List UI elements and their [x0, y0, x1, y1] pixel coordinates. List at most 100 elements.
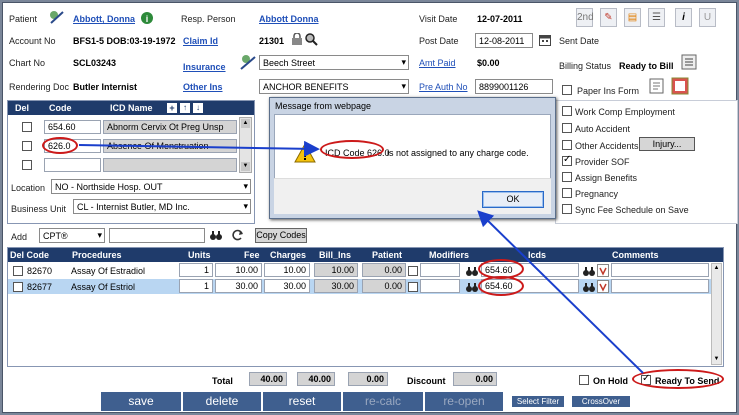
icd-row-3-checkbox[interactable]: [22, 160, 32, 170]
save-button[interactable]: save: [101, 392, 181, 411]
add-icd-icon[interactable]: +: [167, 103, 177, 113]
location-select[interactable]: NO - Northside Hosp. OUT: [51, 179, 251, 194]
crossover-button[interactable]: CrossOver: [571, 395, 631, 408]
list-icon[interactable]: [681, 54, 697, 70]
binoculars-icon[interactable]: [210, 229, 222, 241]
insurance-select[interactable]: Beech Street: [259, 55, 409, 70]
warning-icon: [294, 142, 316, 163]
edit-form-icon[interactable]: ✎: [600, 8, 617, 27]
reopen-button[interactable]: re-open: [425, 392, 503, 411]
claim-id-link[interactable]: Claim Id: [183, 36, 218, 46]
other-accidents-checkbox[interactable]: [562, 140, 572, 150]
procedure-row-1-modifiers[interactable]: [420, 263, 460, 277]
pregnancy-checkbox[interactable]: [562, 188, 572, 198]
reset-button[interactable]: reset: [263, 392, 341, 411]
scroll-up-arrow[interactable]: ▲: [712, 264, 721, 273]
patient-label: Patient: [9, 14, 38, 24]
print-form-icon[interactable]: ▤: [624, 8, 641, 27]
recalc-button[interactable]: re-calc: [343, 392, 423, 411]
delete-button[interactable]: delete: [183, 392, 261, 411]
procedure-row-1-modifier-checkbox[interactable]: [408, 266, 418, 276]
info-button[interactable]: i: [675, 8, 692, 27]
other-ins-select[interactable]: ANCHOR BENEFITS: [259, 79, 409, 94]
icd-row-2-checkbox[interactable]: [22, 141, 32, 151]
provider-sof-checkbox[interactable]: [562, 154, 572, 166]
icd-row-3-name: [103, 158, 237, 172]
highlight-icds-row-2-oval: [478, 276, 524, 296]
business-unit-label: Business Unit: [11, 204, 67, 214]
procedure-row-2-checkbox[interactable]: [13, 282, 23, 292]
procedure-row-1-units[interactable]: 1: [179, 263, 213, 277]
patient-edit-icon[interactable]: [48, 9, 66, 25]
procedure-row-1-charges[interactable]: 10.00: [264, 263, 310, 277]
claim-form-icon[interactable]: [671, 77, 689, 95]
procedure-row-1-comments[interactable]: [611, 263, 709, 277]
col-del-code: Del Code: [10, 250, 50, 260]
scroll-down-arrow[interactable]: ▼: [241, 162, 250, 171]
icd-row-1-code[interactable]: 654.60: [44, 120, 101, 134]
calendar-icon[interactable]: [539, 34, 551, 46]
icd-scrollbar[interactable]: ▲ ▼: [239, 117, 252, 173]
pre-auth-link[interactable]: Pre Auth No: [419, 82, 468, 92]
form-icon[interactable]: [648, 77, 666, 95]
procedure-row-2-name: Assay Of Estriol: [71, 282, 136, 292]
move-up-icon[interactable]: ↑: [180, 103, 190, 113]
amt-paid-link[interactable]: Amt Paid: [419, 58, 456, 68]
select-filter-button[interactable]: Select Filter: [511, 395, 565, 408]
drug-info-icon[interactable]: [597, 264, 609, 277]
procedure-row-2-fee[interactable]: 30.00: [215, 279, 262, 293]
post-date-input[interactable]: 12-08-2011: [475, 33, 533, 48]
business-unit-select[interactable]: CL - Internist Butler, MD Inc.: [73, 199, 251, 214]
chart-value: SCL03243: [73, 58, 117, 68]
insurance-link[interactable]: Insurance: [183, 62, 226, 72]
paper-ins-checkbox[interactable]: [562, 85, 572, 95]
auto-accident-checkbox[interactable]: [562, 123, 572, 133]
insurance-person-icon[interactable]: [239, 54, 257, 70]
col-comments: Comments: [612, 250, 659, 260]
procedure-row-2-bill-ins: 30.00: [314, 279, 358, 293]
scroll-down-arrow[interactable]: ▼: [712, 355, 721, 364]
procedure-row-2-charges[interactable]: 30.00: [264, 279, 310, 293]
injury-button[interactable]: Injury...: [639, 137, 695, 151]
procedure-row-2-comments[interactable]: [611, 279, 709, 293]
location-label: Location: [11, 183, 46, 193]
binoculars-icon[interactable]: [583, 281, 595, 293]
procedures-scrollbar[interactable]: ▲ ▼: [711, 263, 722, 365]
secondary-claim-button[interactable]: 2nd: [576, 8, 594, 27]
procedure-row-1-fee[interactable]: 10.00: [215, 263, 262, 277]
icd-row-1-checkbox[interactable]: [22, 122, 32, 132]
refresh-icon[interactable]: [231, 228, 245, 242]
resp-person-link[interactable]: Abbott Donna: [259, 14, 318, 24]
add-code-input[interactable]: [109, 228, 205, 243]
code-type-select[interactable]: CPT®: [39, 228, 105, 243]
procedure-row-2-units[interactable]: 1: [179, 279, 213, 293]
on-hold-checkbox[interactable]: [579, 375, 589, 385]
lock-icon[interactable]: [291, 32, 303, 46]
procedure-row-1-checkbox[interactable]: [13, 266, 23, 276]
ok-button[interactable]: OK: [482, 191, 544, 208]
scroll-up-arrow[interactable]: ▲: [241, 119, 250, 128]
post-date-label: Post Date: [419, 36, 459, 46]
copy-codes-button[interactable]: Copy Codes: [255, 228, 307, 243]
assign-benefits-checkbox[interactable]: [562, 172, 572, 182]
other-ins-link[interactable]: Other Ins: [183, 82, 223, 92]
patient-name-link[interactable]: Abbott, Donna: [73, 14, 135, 24]
patient-info-icon[interactable]: i: [140, 11, 154, 25]
procedure-row-2-modifiers[interactable]: [420, 279, 460, 293]
highlight-icd-code-oval: [42, 137, 78, 154]
svg-text:i: i: [146, 14, 149, 24]
binoculars-icon[interactable]: [466, 281, 478, 293]
procedure-row-2-modifier-checkbox[interactable]: [408, 282, 418, 292]
drug-info-icon[interactable]: [597, 280, 609, 293]
pre-auth-input[interactable]: 8899001126: [475, 79, 553, 94]
move-down-icon[interactable]: ↓: [193, 103, 203, 113]
icd-row-3-code[interactable]: [44, 158, 101, 172]
sync-fee-checkbox[interactable]: [562, 204, 572, 214]
notes-icon[interactable]: ☰: [648, 8, 665, 27]
u-button[interactable]: U: [699, 8, 716, 27]
binoculars-icon[interactable]: [583, 265, 595, 277]
search-icon[interactable]: [305, 33, 318, 46]
work-comp-checkbox[interactable]: [562, 106, 572, 116]
visit-date-label: Visit Date: [419, 14, 458, 24]
binoculars-icon[interactable]: [466, 265, 478, 277]
